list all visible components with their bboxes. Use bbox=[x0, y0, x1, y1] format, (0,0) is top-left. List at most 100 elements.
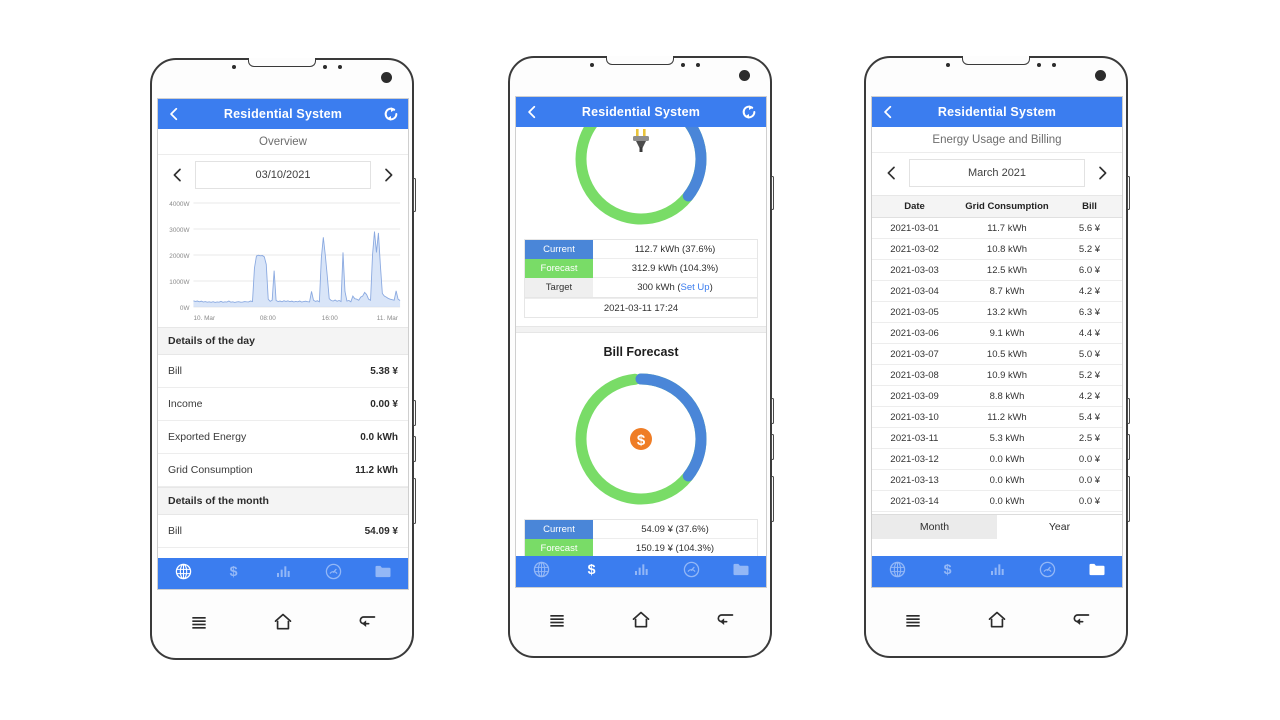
next-day-button[interactable] bbox=[381, 166, 396, 184]
segment-year[interactable]: Year bbox=[997, 515, 1122, 539]
cell-date: 2021-03-02 bbox=[872, 238, 957, 260]
volume-up-button[interactable] bbox=[771, 398, 774, 424]
period-segmented-control: Month Year bbox=[872, 514, 1122, 539]
home-icon[interactable] bbox=[273, 612, 293, 632]
table-row: 2021-03-01 11.7 kWh 5.6 ¥ bbox=[872, 217, 1122, 239]
volume-down-button[interactable] bbox=[771, 434, 774, 460]
set-up-link[interactable]: Set Up bbox=[681, 282, 710, 293]
sensor-dot bbox=[338, 65, 342, 69]
phone2-screen: Residential System Current 112.7 kWh (37… bbox=[515, 96, 767, 588]
cell-grid: 12.5 kWh bbox=[957, 259, 1057, 281]
previous-month-button[interactable] bbox=[884, 164, 899, 182]
previous-day-button[interactable] bbox=[170, 166, 185, 184]
side-button[interactable] bbox=[1127, 476, 1130, 522]
tab-gauge[interactable] bbox=[1022, 561, 1072, 583]
home-icon[interactable] bbox=[631, 610, 651, 630]
tab-bar-chart[interactable] bbox=[616, 561, 666, 582]
svg-text:0W: 0W bbox=[180, 305, 190, 312]
tab-folder[interactable] bbox=[358, 564, 408, 584]
tab-bar-chart[interactable] bbox=[972, 561, 1022, 582]
power-button[interactable] bbox=[413, 178, 416, 212]
volume-down-button[interactable] bbox=[413, 436, 416, 462]
cell-grid: 0.0 kWh bbox=[957, 448, 1057, 470]
recents-icon[interactable] bbox=[189, 612, 209, 632]
billing-table-scroll[interactable]: Date Grid Consumption Bill 2021-03-01 11.… bbox=[872, 195, 1122, 539]
folder-icon bbox=[732, 562, 750, 582]
energy-timestamp-box: 2021-03-11 17:24 bbox=[524, 298, 758, 318]
col-header-date: Date bbox=[872, 195, 957, 218]
side-button[interactable] bbox=[413, 478, 416, 524]
cell-bill: 0.0 ¥ bbox=[1057, 490, 1122, 512]
tab-dollar[interactable]: $ bbox=[566, 559, 616, 584]
cell-bill: 5.4 ¥ bbox=[1057, 406, 1122, 428]
front-camera bbox=[739, 70, 750, 81]
tab-gauge[interactable] bbox=[308, 563, 358, 585]
power-button[interactable] bbox=[1127, 176, 1130, 210]
tab-globe[interactable] bbox=[516, 561, 566, 583]
sensor-dot bbox=[590, 63, 594, 67]
cell-date: 2021-03-08 bbox=[872, 364, 957, 386]
date-input[interactable]: 03/10/2021 bbox=[195, 161, 371, 189]
power-button[interactable] bbox=[771, 176, 774, 210]
recents-icon[interactable] bbox=[547, 610, 567, 630]
home-icon[interactable] bbox=[987, 610, 1007, 630]
folder-icon bbox=[1088, 562, 1106, 582]
cell-date: 2021-03-03 bbox=[872, 259, 957, 281]
cell-grid: 11.2 kWh bbox=[957, 406, 1057, 428]
gauge-icon bbox=[325, 563, 342, 585]
refresh-icon[interactable] bbox=[741, 104, 757, 120]
volume-up-button[interactable] bbox=[413, 400, 416, 426]
cell-date: 2021-03-10 bbox=[872, 406, 957, 428]
cell-bill: 2.5 ¥ bbox=[1057, 427, 1122, 449]
volume-up-button[interactable] bbox=[1127, 398, 1130, 424]
tab-bar-chart[interactable] bbox=[258, 563, 308, 584]
tab-dollar[interactable]: $ bbox=[922, 559, 972, 584]
detail-row: Exported Energy 0.0 kWh bbox=[158, 421, 408, 454]
legend-value: 300 kWh (Set Up) bbox=[637, 282, 713, 293]
cell-date: 2021-03-06 bbox=[872, 322, 957, 344]
tab-folder[interactable] bbox=[1072, 562, 1122, 582]
detail-value: 0.00 ¥ bbox=[370, 398, 398, 410]
back-chevron-icon[interactable] bbox=[167, 107, 181, 121]
billing-table: Date Grid Consumption Bill 2021-03-01 11.… bbox=[872, 195, 1122, 539]
cell-date: 2021-03-01 bbox=[872, 217, 957, 239]
detail-label: Bill bbox=[168, 365, 183, 377]
page-title: Residential System bbox=[223, 107, 343, 121]
cell-grid: 10.9 kWh bbox=[957, 364, 1057, 386]
cell-date: 2021-03-09 bbox=[872, 385, 957, 407]
gauge-icon bbox=[1039, 561, 1056, 583]
back-icon[interactable] bbox=[357, 612, 377, 632]
bottom-tabbar: $ bbox=[872, 556, 1122, 587]
volume-down-button[interactable] bbox=[1127, 434, 1130, 460]
recents-icon[interactable] bbox=[903, 610, 923, 630]
legend-key-current: Current bbox=[525, 519, 593, 539]
cell-bill: 0.0 ¥ bbox=[1057, 469, 1122, 491]
bottom-tabbar: $ bbox=[516, 556, 766, 587]
app-header: Residential System bbox=[516, 97, 766, 127]
date-selector: 03/10/2021 bbox=[158, 155, 408, 197]
back-icon[interactable] bbox=[715, 610, 735, 630]
back-chevron-icon[interactable] bbox=[525, 105, 539, 119]
android-nav-bar bbox=[157, 594, 409, 650]
legend-key-forecast: Forecast bbox=[525, 538, 593, 558]
tab-folder[interactable] bbox=[716, 562, 766, 582]
svg-text:$: $ bbox=[637, 432, 646, 449]
legend-row: Target 300 kWh (Set Up) bbox=[525, 278, 757, 297]
tab-dollar[interactable]: $ bbox=[208, 561, 258, 586]
back-chevron-icon[interactable] bbox=[881, 105, 895, 119]
tab-gauge[interactable] bbox=[666, 561, 716, 583]
segment-month[interactable]: Month bbox=[872, 515, 997, 539]
folder-icon bbox=[374, 564, 392, 584]
earpiece-speaker bbox=[606, 56, 674, 65]
tab-globe[interactable] bbox=[872, 561, 922, 583]
back-icon[interactable] bbox=[1071, 610, 1091, 630]
detail-row: Grid Consumption 11.2 kWh bbox=[158, 454, 408, 487]
month-input[interactable]: March 2021 bbox=[909, 159, 1085, 187]
app-header: Residential System bbox=[872, 97, 1122, 127]
table-row: 2021-03-04 8.7 kWh 4.2 ¥ bbox=[872, 280, 1122, 302]
refresh-icon[interactable] bbox=[383, 106, 399, 122]
next-month-button[interactable] bbox=[1095, 164, 1110, 182]
side-button[interactable] bbox=[771, 476, 774, 522]
cell-grid: 10.8 kWh bbox=[957, 238, 1057, 260]
tab-globe[interactable] bbox=[158, 563, 208, 585]
